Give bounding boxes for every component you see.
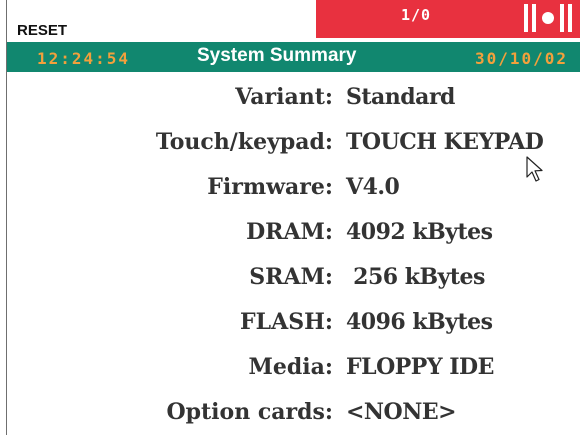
- page-title: System Summary: [197, 45, 357, 66]
- flash-value: 4096 kBytes: [346, 309, 493, 335]
- summary-row-dram: DRAM: 4092 kBytes: [7, 211, 580, 251]
- media-value: FLOPPY IDE: [346, 354, 494, 380]
- sram-value: 256 kBytes: [346, 264, 485, 290]
- summary-row-option-cards: Option cards: <NONE>: [7, 391, 580, 431]
- reset-button[interactable]: RESET: [17, 22, 67, 39]
- title-bar: 12:24:54 System Summary 30/10/02: [7, 42, 580, 72]
- date: 30/10/02: [474, 49, 568, 68]
- summary-row-firmware: Firmware: V4.0: [7, 166, 580, 206]
- sram-label: SRAM:: [249, 264, 333, 290]
- firmware-value: V4.0: [346, 174, 400, 200]
- alarm-bell-icon[interactable]: [524, 4, 572, 32]
- variant-value: Standard: [346, 84, 455, 110]
- option-cards-value: <NONE>: [346, 399, 457, 425]
- alarm-count: 1/0: [400, 6, 432, 24]
- touch-keypad-value: TOUCH KEYPAD: [346, 129, 544, 155]
- summary-row-sram: SRAM: 256 kBytes: [7, 256, 580, 296]
- variant-label: Variant:: [235, 84, 333, 110]
- summary-row-media: Media: FLOPPY IDE: [7, 346, 580, 386]
- top-bar: RESET 1/0: [7, 0, 580, 42]
- clock: 12:24:54: [37, 49, 131, 68]
- mouse-pointer-icon: [526, 156, 543, 182]
- summary-row-variant: Variant: Standard: [7, 76, 580, 116]
- option-cards-label: Option cards:: [166, 399, 333, 425]
- system-summary-screen: RESET 1/0 12:24:54 System Summary 30/10/…: [0, 0, 580, 435]
- left-border: [0, 0, 7, 435]
- dram-label: DRAM:: [246, 219, 333, 245]
- touch-keypad-label: Touch/keypad:: [155, 129, 333, 155]
- media-label: Media:: [248, 354, 333, 380]
- dram-value: 4092 kBytes: [346, 219, 493, 245]
- firmware-label: Firmware:: [207, 174, 333, 200]
- flash-label: FLASH:: [240, 309, 333, 335]
- alarm-panel[interactable]: 1/0: [316, 0, 580, 38]
- summary-row-flash: FLASH: 4096 kBytes: [7, 301, 580, 341]
- summary-row-touch-keypad: Touch/keypad: TOUCH KEYPAD: [7, 121, 580, 161]
